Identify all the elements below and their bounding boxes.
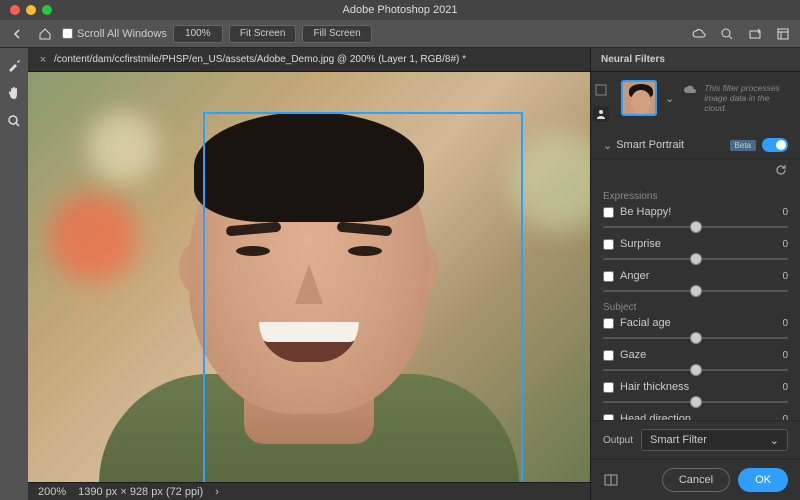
zoom-field[interactable]: 100%	[173, 25, 223, 43]
slider-age: Facial age0	[603, 317, 788, 339]
workspace-icon[interactable]	[772, 23, 794, 45]
close-window-button[interactable]	[10, 5, 20, 15]
output-label: Output	[603, 435, 633, 446]
fit-screen-button[interactable]: Fit Screen	[229, 25, 297, 43]
maximize-window-button[interactable]	[42, 5, 52, 15]
back-button[interactable]	[6, 23, 28, 45]
filter-name: Smart Portrait	[616, 139, 729, 151]
slider-hair: Hair thickness0	[603, 381, 788, 403]
close-tab-icon[interactable]: ×	[36, 53, 50, 67]
document-tab[interactable]: × /content/dam/ccfirstmile/PHSP/en_US/as…	[28, 48, 590, 72]
group-subject: Subject	[603, 302, 788, 313]
chevron-down-icon: ⌄	[603, 139, 612, 152]
home-icon[interactable]	[34, 23, 56, 45]
category-featured-icon[interactable]	[593, 82, 609, 98]
chevron-down-icon: ⌄	[770, 434, 779, 447]
ok-button[interactable]: OK	[738, 468, 788, 492]
slider-surprise: Surprise0	[603, 238, 788, 260]
output-select[interactable]: Smart Filter⌄	[641, 429, 788, 451]
slider-anger-checkbox[interactable]	[603, 271, 614, 282]
slider-age-track[interactable]	[603, 337, 788, 339]
title-bar: Adobe Photoshop 2021	[0, 0, 800, 20]
preview-toggle-icon[interactable]	[603, 472, 619, 488]
group-expressions: Expressions	[603, 191, 788, 202]
canvas[interactable]	[28, 72, 590, 482]
slider-gaze-checkbox[interactable]	[603, 350, 614, 361]
slider-gaze-track[interactable]	[603, 369, 788, 371]
share-icon[interactable]	[744, 23, 766, 45]
document-tab-title: /content/dam/ccfirstmile/PHSP/en_US/asse…	[54, 54, 466, 65]
slider-surprise-track[interactable]	[603, 258, 788, 260]
slider-hair-track[interactable]	[603, 401, 788, 403]
neural-filters-panel: Neural Filters ⌄ This filter processes i…	[590, 48, 800, 500]
left-toolbar	[0, 48, 28, 500]
slider-surprise-checkbox[interactable]	[603, 239, 614, 250]
minimize-window-button[interactable]	[26, 5, 36, 15]
slider-anger-track[interactable]	[603, 290, 788, 292]
panel-title: Neural Filters	[591, 48, 800, 72]
slider-happy-checkbox[interactable]	[603, 207, 614, 218]
slider-age-checkbox[interactable]	[603, 318, 614, 329]
options-bar: Scroll All Windows 100% Fit Screen Fill …	[0, 20, 800, 48]
status-zoom[interactable]: 200%	[38, 486, 66, 498]
app-title: Adobe Photoshop 2021	[343, 4, 458, 16]
slider-hair-checkbox[interactable]	[603, 382, 614, 393]
status-dimensions: 1390 px × 928 px (72 ppi)	[78, 486, 203, 498]
slider-happy-track[interactable]	[603, 226, 788, 228]
status-chevron-icon[interactable]: ›	[215, 486, 219, 498]
face-dropdown-icon[interactable]: ⌄	[665, 92, 674, 105]
zoom-tool-icon[interactable]	[3, 110, 25, 132]
reset-icon[interactable]	[774, 163, 788, 177]
status-bar: 200% 1390 px × 928 px (72 ppi) ›	[28, 482, 590, 500]
slider-happy: Be Happy!0	[603, 206, 788, 228]
face-thumbnail[interactable]	[621, 80, 657, 116]
fill-screen-button[interactable]: Fill Screen	[302, 25, 371, 43]
cloud-docs-icon[interactable]	[688, 23, 710, 45]
category-portrait-icon[interactable]	[593, 106, 609, 122]
slider-anger: Anger0	[603, 270, 788, 292]
slider-gaze: Gaze0	[603, 349, 788, 371]
eyedropper-tool-icon[interactable]	[3, 54, 25, 76]
cloud-message: This filter processes image data in the …	[704, 83, 790, 114]
hand-tool-icon[interactable]	[3, 82, 25, 104]
filter-header[interactable]: ⌄ Smart Portrait Beta	[591, 132, 800, 159]
slider-head: Head direction0	[603, 413, 788, 420]
search-icon[interactable]	[716, 23, 738, 45]
cloud-icon	[682, 83, 698, 95]
cancel-button[interactable]: Cancel	[662, 468, 730, 492]
scroll-all-checkbox[interactable]: Scroll All Windows	[62, 28, 167, 40]
beta-badge: Beta	[730, 140, 756, 151]
filter-toggle[interactable]	[762, 138, 788, 152]
filter-category-rail	[591, 72, 611, 132]
